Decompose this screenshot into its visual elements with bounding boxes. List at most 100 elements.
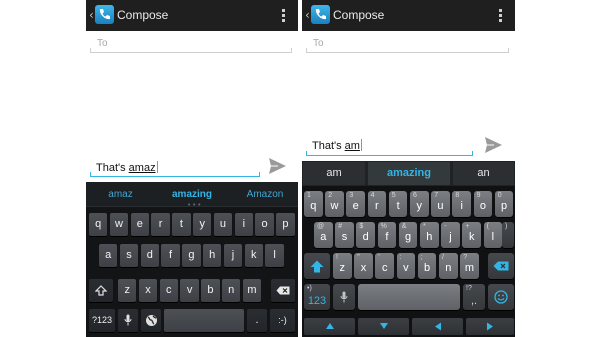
delete-key[interactable] [271, 279, 295, 302]
suggestion-left[interactable]: amaz [98, 189, 143, 200]
key-z[interactable]: z [118, 279, 137, 302]
key-k[interactable]: + k [462, 222, 481, 248]
space-key[interactable] [164, 309, 244, 332]
key-r[interactable]: r [151, 213, 170, 236]
key-hint-c: ' [378, 254, 380, 261]
suggestion-center[interactable]: amazing [368, 162, 450, 185]
key-label-d: d [362, 231, 369, 243]
key-hint-t: 5 [391, 192, 396, 199]
messaging-app-icon[interactable] [95, 5, 114, 24]
key-label-e: e [352, 200, 359, 212]
key-p[interactable]: p [276, 213, 295, 236]
microphone-key[interactable] [333, 284, 355, 310]
key-u[interactable]: u [213, 213, 233, 236]
microphone-key[interactable] [118, 309, 138, 332]
up-navigation-icon[interactable]: ‹ [305, 7, 310, 23]
shift-key[interactable] [89, 279, 113, 302]
key-t[interactable]: t [172, 213, 191, 236]
key-o[interactable]: 9o [473, 191, 493, 217]
suggestion-right[interactable]: Amazon [239, 189, 291, 200]
cursor-up-key[interactable] [304, 318, 355, 335]
key-s[interactable]: # s [335, 222, 354, 248]
key-y[interactable]: 6y [410, 191, 429, 217]
cursor-down-key[interactable] [358, 318, 409, 335]
key-v[interactable]: :v [396, 253, 416, 279]
key-m[interactable]: ? m [460, 253, 479, 279]
send-icon[interactable] [484, 136, 503, 158]
key-b[interactable]: ; b [417, 253, 437, 279]
recipient-field[interactable]: To [90, 33, 292, 53]
key-y[interactable]: y [193, 213, 212, 236]
key-i[interactable]: i [234, 213, 253, 236]
delete-key[interactable] [488, 253, 514, 279]
key-d[interactable]: d [140, 244, 159, 267]
suggestion-right[interactable]: an [453, 162, 514, 185]
key-a[interactable]: a [99, 244, 118, 267]
key-z[interactable]: ! z [333, 253, 352, 279]
key-b[interactable]: b [201, 279, 220, 302]
key-label-k: k [468, 231, 475, 243]
key-e[interactable]: 3e [346, 191, 365, 217]
symbols-key[interactable]: •) 123 [304, 284, 330, 310]
key-g[interactable]: g [182, 244, 201, 267]
key-w[interactable]: 2w [325, 191, 344, 217]
key-a[interactable]: @ a [314, 222, 333, 248]
smiley-key[interactable]: :-) [270, 309, 295, 332]
key-u[interactable]: 7u [431, 191, 450, 217]
key-g[interactable]: & g [398, 222, 418, 248]
key-f[interactable]: % f [377, 222, 397, 248]
key-q[interactable]: q [89, 213, 108, 236]
punctuation-key[interactable]: !? ,. [463, 284, 485, 310]
key-h[interactable]: * h [420, 222, 439, 248]
key-n[interactable]: n [222, 279, 241, 302]
key-p[interactable]: 0p [494, 191, 514, 217]
send-icon[interactable] [268, 157, 287, 179]
key-row2-end[interactable]: ) [502, 222, 514, 248]
key-f[interactable]: f [161, 244, 180, 267]
key-t[interactable]: 5t [388, 191, 408, 217]
key-q[interactable]: 1q [304, 191, 323, 217]
shift-key[interactable] [304, 253, 330, 279]
key-k[interactable]: k [244, 244, 263, 267]
symbols-key[interactable]: ?123 [89, 309, 115, 332]
key-c[interactable]: ' c [375, 253, 394, 279]
suggestion-center[interactable]: amazing [163, 189, 221, 200]
key-n[interactable]: / n [439, 253, 458, 279]
key-label-x: x [360, 262, 367, 274]
space-key[interactable] [358, 284, 460, 310]
key-x[interactable]: x [138, 279, 158, 302]
key-c[interactable]: c [159, 279, 178, 302]
recipient-field[interactable]: To [306, 33, 509, 53]
period-key[interactable]: . [247, 309, 267, 332]
cursor-right-key[interactable] [466, 318, 514, 335]
up-navigation-icon[interactable]: ‹ [89, 7, 94, 23]
key-s[interactable]: s [119, 244, 139, 267]
message-field[interactable]: That's am [306, 135, 473, 156]
key-j[interactable]: -j [441, 222, 460, 248]
action-bar: ‹ Compose [86, 0, 298, 31]
key-r[interactable]: 4r [367, 191, 387, 217]
key-o[interactable]: o [255, 213, 274, 236]
key-m[interactable]: m [242, 279, 262, 302]
overflow-menu-icon[interactable] [282, 9, 286, 23]
key-w[interactable]: w [109, 213, 129, 236]
messaging-app-icon[interactable] [311, 5, 330, 24]
key-hint-m: ? [463, 254, 468, 261]
key-j[interactable]: j [223, 244, 243, 267]
message-field[interactable]: That's amaz [90, 156, 260, 177]
key-h[interactable]: h [203, 244, 222, 267]
key-l[interactable]: l [265, 244, 284, 267]
key-i[interactable]: 8i [452, 191, 471, 217]
key-label-f: f [385, 231, 389, 243]
key-d[interactable]: $ d [356, 222, 375, 248]
cursor-left-key[interactable] [412, 318, 463, 335]
key-hint-r: 4 [370, 192, 375, 199]
key-l[interactable]: (l [483, 222, 503, 248]
language-globe-key[interactable] [141, 309, 161, 332]
key-v[interactable]: v [180, 279, 199, 302]
key-x[interactable]: " x [354, 253, 373, 279]
emoji-key[interactable] [488, 284, 514, 310]
key-e[interactable]: e [130, 213, 149, 236]
suggestion-left[interactable]: am [303, 162, 365, 185]
overflow-menu-icon[interactable] [499, 9, 503, 23]
